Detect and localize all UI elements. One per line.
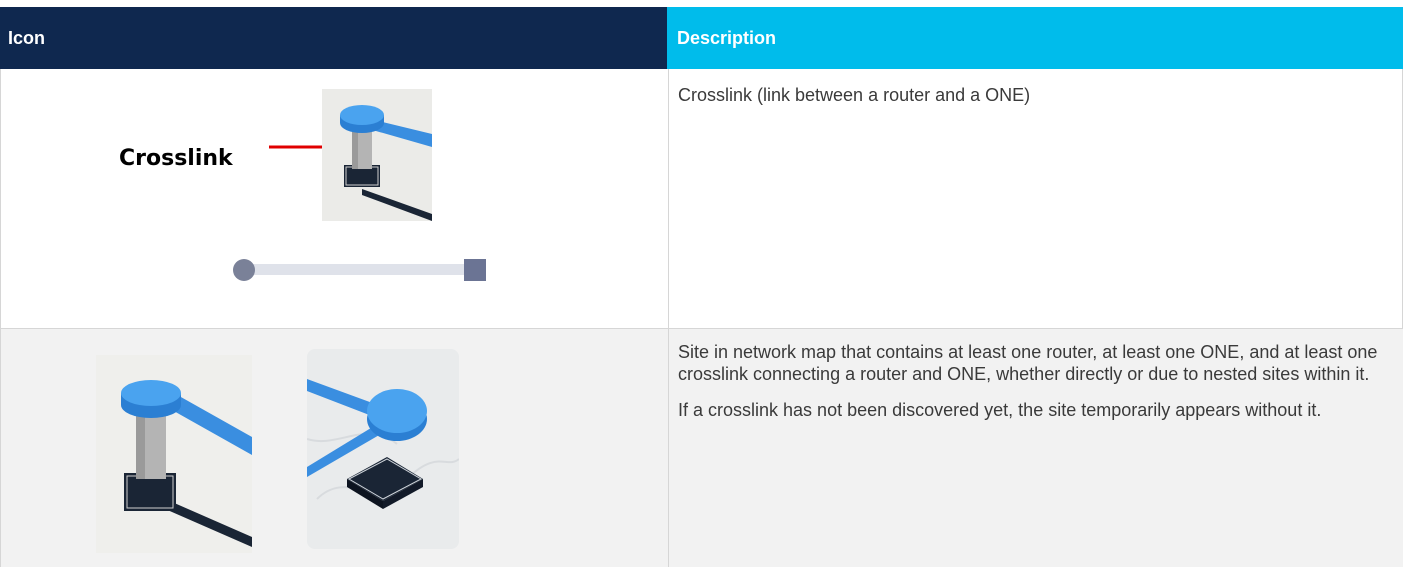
column-divider [668,69,669,328]
site-without-crosslink-icon [307,349,459,549]
crosslink-site-icon [322,89,432,221]
description-paragraph: Site in network map that contains at lea… [678,342,1378,384]
icon-header-label: Icon [8,27,46,48]
crosslink-callout-label: Crosslink [119,146,233,171]
icon-column-header: Icon [0,7,667,69]
site-description: Site in network map that contains at lea… [678,341,1378,435]
table-row-site: Site in network map that contains at lea… [0,329,1403,567]
description-paragraph: If a crosslink has not been discovered y… [678,400,1322,420]
site-with-crosslink-icon [96,355,252,553]
description-paragraph: Crosslink (link between a router and a O… [678,85,1031,105]
description-column-header: Description [667,7,1403,69]
crosslink-description: Crosslink (link between a router and a O… [678,84,1378,120]
table-row-crosslink: Crosslink Crosslink (link between a rout [0,69,1403,329]
crosslink-line-icon [233,259,486,281]
icon-description-table: Icon Description Crosslink Crosslink (li… [0,0,1403,567]
description-header-label: Description [677,27,777,48]
column-divider [668,329,669,567]
